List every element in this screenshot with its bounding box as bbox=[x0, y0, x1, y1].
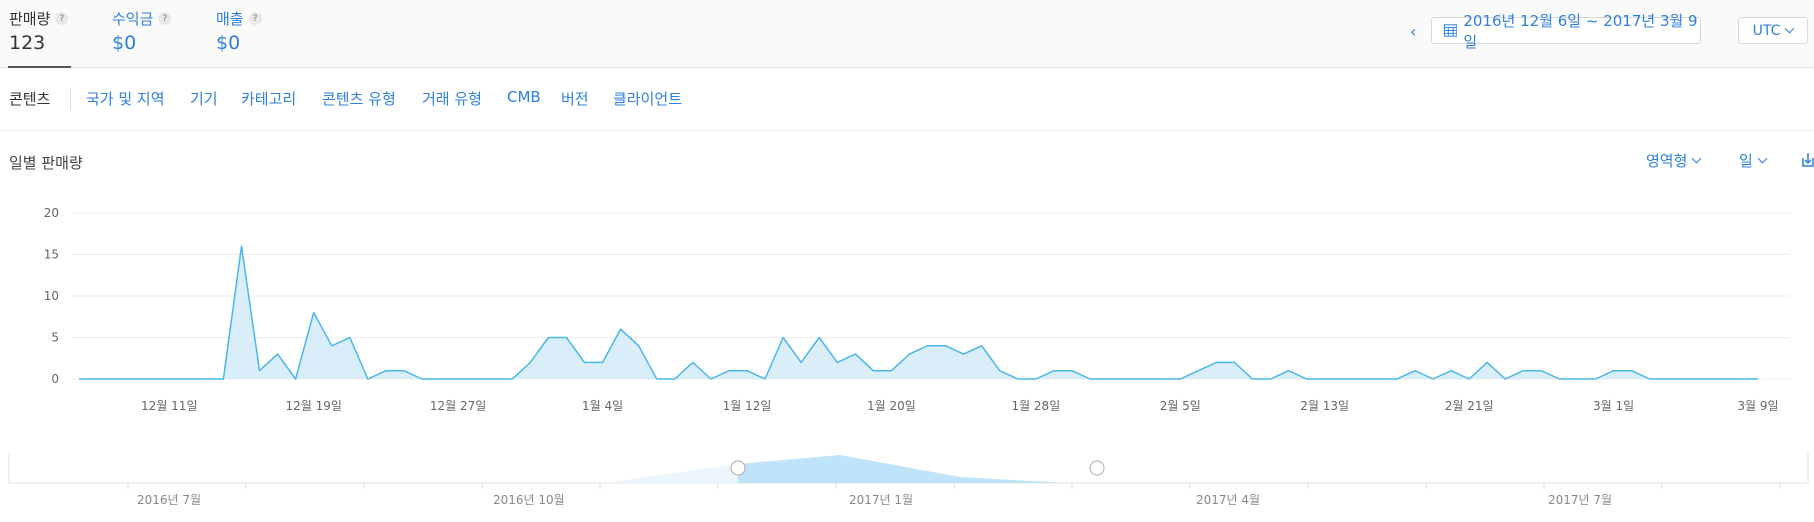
x-tick-label: 1월 28일 bbox=[1011, 399, 1060, 413]
metric-units-label: 판매량 bbox=[9, 10, 51, 28]
metric-units-value: 123 bbox=[9, 32, 46, 54]
tab-divider bbox=[70, 88, 71, 110]
help-icon[interactable]: ? bbox=[158, 12, 172, 25]
metric-proceeds-label: 수익금 bbox=[112, 10, 154, 28]
metric-sales[interactable]: 매출 ? $0 bbox=[216, 8, 262, 54]
chart-title: 일별 판매량 bbox=[9, 154, 83, 172]
help-icon[interactable]: ? bbox=[248, 12, 262, 25]
metric-units[interactable]: 판매량 ? 123 bbox=[9, 8, 69, 54]
y-tick-label: 15 bbox=[44, 248, 59, 262]
chevron-down-icon bbox=[1691, 153, 1702, 164]
x-tick-label: 1월 4일 bbox=[582, 399, 623, 413]
download-icon[interactable] bbox=[1802, 152, 1814, 168]
x-tick-label: 1월 20일 bbox=[867, 399, 916, 413]
x-tick-label: 12월 11일 bbox=[141, 399, 197, 413]
chevron-down-icon bbox=[1784, 23, 1795, 34]
overview-area-left bbox=[605, 464, 738, 483]
metric-proceeds[interactable]: 수익금 ? $0 bbox=[112, 8, 172, 54]
y-tick-label: 10 bbox=[44, 289, 59, 303]
tab-category[interactable]: 카테고리 bbox=[241, 88, 296, 109]
chevron-left-icon[interactable]: ‹ bbox=[1410, 22, 1416, 41]
tab-device[interactable]: 기기 bbox=[190, 88, 218, 109]
interval-select[interactable]: 일 bbox=[1739, 150, 1768, 171]
tab-version[interactable]: 버전 bbox=[561, 88, 589, 109]
overview-label: 2017년 4월 bbox=[1196, 493, 1260, 507]
calendar-icon bbox=[1444, 24, 1458, 37]
tab-territory[interactable]: 국가 및 지역 bbox=[86, 88, 165, 109]
timezone-select[interactable]: UTC bbox=[1738, 17, 1808, 44]
series-area bbox=[79, 246, 1758, 379]
date-range-picker[interactable]: 2016년 12월 6일 ~ 2017년 3월 9일 bbox=[1431, 12, 1701, 51]
x-tick-label: 2월 5일 bbox=[1160, 399, 1201, 413]
x-tick-label: 2월 21일 bbox=[1445, 399, 1494, 413]
dimension-tabs: 콘텐츠 국가 및 지역 기기 카테고리 콘텐츠 유형 거래 유형 CMB 버전 … bbox=[0, 68, 1814, 131]
y-tick-label: 20 bbox=[44, 206, 59, 220]
x-tick-label: 2월 13일 bbox=[1300, 399, 1349, 413]
timeline-overview[interactable]: 2016년 7월 2016년 10월 2017년 1월 2017년 4월 201… bbox=[0, 448, 1814, 522]
y-tick-label: 5 bbox=[51, 331, 59, 345]
overview-label: 2016년 7월 bbox=[137, 493, 201, 507]
tab-content-type[interactable]: 콘텐츠 유형 bbox=[322, 88, 396, 109]
tab-content[interactable]: 콘텐츠 bbox=[9, 88, 50, 109]
overview-area-selected bbox=[738, 455, 1066, 483]
metric-sales-label: 매출 bbox=[216, 10, 244, 28]
tab-transaction-type[interactable]: 거래 유형 bbox=[422, 88, 482, 109]
timezone-label: UTC bbox=[1752, 22, 1781, 39]
x-tick-label: 3월 9일 bbox=[1737, 399, 1778, 413]
metrics-bar: 판매량 ? 123 수익금 ? $0 매출 ? $0 ‹ 2016년 12월 6… bbox=[0, 0, 1814, 68]
tab-client[interactable]: 클라이언트 bbox=[613, 88, 682, 109]
overview-label: 2016년 10월 bbox=[493, 493, 565, 507]
x-tick-label: 12월 19일 bbox=[285, 399, 341, 413]
overview-label: 2017년 1월 bbox=[849, 493, 913, 507]
tab-cmb[interactable]: CMB bbox=[507, 88, 541, 106]
daily-units-chart: 0 5 10 15 20 12월 11일 12월 19일 12월 27일 1월 4일 1월 12… bbox=[44, 206, 1790, 413]
range-handle-end[interactable] bbox=[1089, 460, 1105, 476]
help-icon[interactable]: ? bbox=[55, 12, 69, 25]
interval-label: 일 bbox=[1739, 152, 1753, 170]
y-tick-label: 0 bbox=[51, 372, 59, 386]
metric-sales-value: $0 bbox=[216, 32, 241, 54]
chart-type-label: 영역형 bbox=[1646, 152, 1688, 170]
chevron-down-icon bbox=[1757, 153, 1768, 164]
x-tick-label: 1월 12일 bbox=[723, 399, 772, 413]
date-range-label: 2016년 12월 6일 ~ 2017년 3월 9일 bbox=[1463, 11, 1698, 51]
x-tick-label: 3월 1일 bbox=[1593, 399, 1634, 413]
range-handle-start[interactable] bbox=[730, 460, 746, 476]
overview-label: 2017년 7월 bbox=[1548, 493, 1612, 507]
x-tick-label: 12월 27일 bbox=[430, 399, 486, 413]
chart-type-select[interactable]: 영역형 bbox=[1646, 150, 1702, 171]
metric-proceeds-value: $0 bbox=[112, 32, 137, 54]
